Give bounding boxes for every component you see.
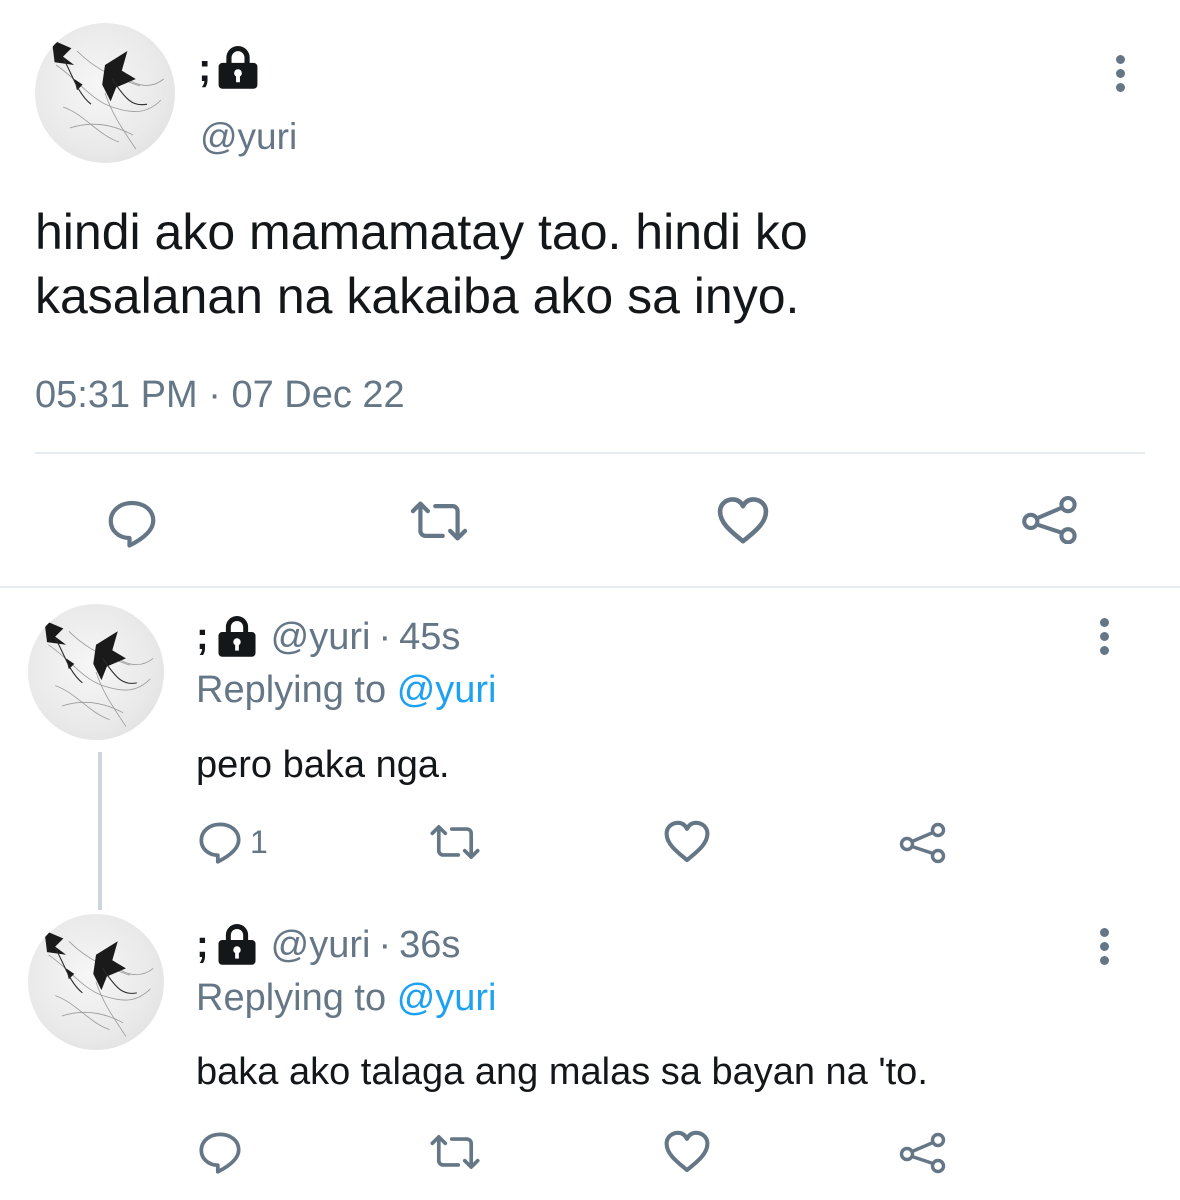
tweet-time: 05:31 PM: [35, 374, 198, 416]
retweet-icon: [428, 1130, 482, 1174]
display-name: ;: [196, 616, 209, 658]
time-ago: 45s: [399, 616, 461, 658]
lock-icon: [215, 46, 261, 90]
tweet-date: 07 Dec 22: [231, 374, 405, 416]
time-ago: 36s: [399, 924, 461, 966]
share-icon: [1020, 494, 1080, 544]
more-options-icon[interactable]: [1114, 55, 1126, 97]
replying-to-handle-link[interactable]: @yuri: [397, 977, 497, 1019]
display-name: ;: [196, 924, 209, 966]
share-button[interactable]: [898, 1130, 948, 1174]
replying-to: Replying to @yuri: [196, 667, 497, 713]
reply-bubble-icon: [198, 1130, 242, 1174]
tweet-text: hindi ako mamamatay tao. hindi ko kasala…: [35, 200, 808, 328]
divider: [35, 452, 1145, 454]
retweet-button[interactable]: [428, 820, 482, 864]
lock-icon: [215, 924, 259, 966]
tweet-text-line: hindi ako mamamatay tao. hindi ko: [35, 204, 808, 260]
replying-to-label: Replying to: [196, 977, 387, 1019]
avatar[interactable]: [28, 604, 164, 740]
lock-icon: [215, 616, 259, 658]
heart-icon: [716, 494, 770, 548]
reply-count: 1: [250, 823, 268, 860]
like-button[interactable]: [663, 818, 711, 866]
share-button[interactable]: [1020, 494, 1080, 544]
separator-dot: ·: [378, 616, 392, 658]
retweet-button[interactable]: [408, 496, 470, 546]
avatar[interactable]: [28, 914, 164, 1050]
handle: @yuri: [270, 616, 371, 658]
retweet-button[interactable]: [428, 1130, 482, 1174]
replying-to-handle-link[interactable]: @yuri: [397, 669, 497, 711]
author-name-row[interactable]: ;: [198, 46, 261, 90]
heart-icon: [663, 1128, 711, 1176]
share-button[interactable]: [898, 820, 948, 864]
reply-header[interactable]: ; @yuri · 45s: [196, 614, 460, 660]
share-icon: [898, 1130, 948, 1174]
replying-to-label: Replying to: [196, 669, 387, 711]
share-icon: [898, 820, 948, 864]
separator-dot: ·: [378, 924, 392, 966]
avatar[interactable]: [35, 23, 175, 163]
reply-text: baka ako talaga ang malas sa bayan na 't…: [196, 1051, 928, 1093]
reply-bubble-icon: [107, 498, 157, 548]
reply-button[interactable]: [107, 498, 157, 548]
separator-dot: ·: [208, 374, 221, 416]
retweet-icon: [408, 496, 470, 546]
tweet-text-line: kasalanan na kakaiba ako sa inyo.: [35, 268, 800, 324]
reply-button[interactable]: 1: [198, 820, 268, 864]
display-name: ;: [198, 46, 212, 90]
reply-header[interactable]: ; @yuri · 36s: [196, 922, 460, 968]
thread-line: [98, 752, 102, 910]
like-button[interactable]: [663, 1128, 711, 1176]
replying-to: Replying to @yuri: [196, 975, 497, 1021]
more-options-icon[interactable]: [1098, 618, 1110, 660]
reply-text: pero baka nga.: [196, 744, 450, 786]
handle[interactable]: @yuri: [200, 115, 297, 159]
heart-icon: [663, 818, 711, 866]
more-options-icon[interactable]: [1098, 928, 1110, 970]
reply-bubble-icon: [198, 820, 242, 864]
handle: @yuri: [270, 924, 371, 966]
divider: [0, 586, 1180, 588]
reply-button[interactable]: [198, 1130, 242, 1174]
like-button[interactable]: [716, 494, 770, 548]
retweet-icon: [428, 820, 482, 864]
timestamp[interactable]: 05:31 PM · 07 Dec 22: [35, 372, 405, 418]
